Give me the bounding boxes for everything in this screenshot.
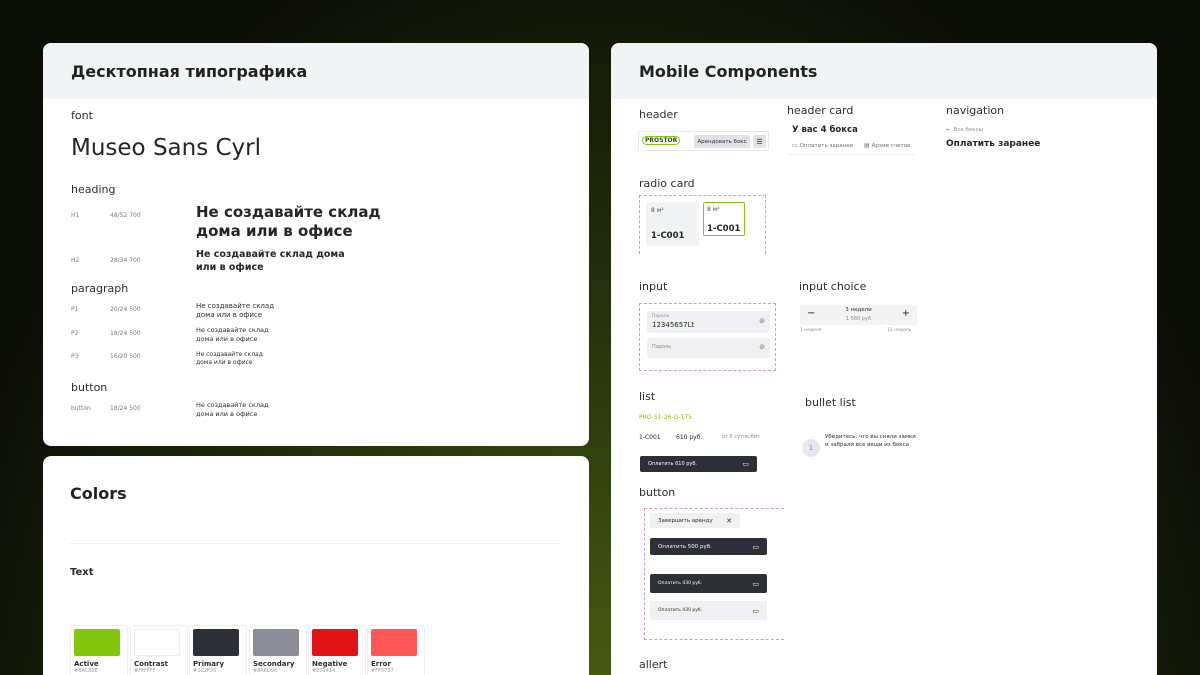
pay-430-button-light[interactable]: Оплатить 430 руб. ▭ <box>650 601 767 620</box>
p2-sample: Не создавайте склад дома или в офисе <box>196 326 269 343</box>
bullet-text: Убедитесь, что вы сняли замки и забрали … <box>825 434 916 448</box>
header-card-label: header card <box>787 104 854 117</box>
swatch-error: Error #FF5757 <box>367 625 425 675</box>
heading-label: heading <box>71 183 116 196</box>
list-code[interactable]: PRO-S1-26-G-175 <box>639 414 692 421</box>
swatch-secondary: Secondary #8A8D96 <box>249 625 307 675</box>
bullet-list-label: bullet list <box>805 396 856 409</box>
p3-sample: Не создавайте склад дома или в офисе <box>196 351 263 366</box>
swatch-primary: Primary #2C2F35 <box>189 625 247 675</box>
swatch-contrast-color <box>134 629 180 656</box>
p3-tag: P3 <box>71 353 79 360</box>
mobile-components-title: Mobile Components <box>611 43 1157 99</box>
week-stepper: − 3 недели 1 560 руб + <box>800 305 917 325</box>
h1-size: 48/52 700 <box>110 212 141 219</box>
pay-in-advance-link[interactable]: ▭ Оплатить заранее <box>792 142 853 149</box>
swatch-primary-color <box>193 629 239 656</box>
header-card: У вас 4 бокса ▭ Оплатить заранее ▤ Архив с… <box>787 122 915 155</box>
back-link[interactable]: ← Все боксы <box>946 127 983 133</box>
swatch-active: Active #8AC80E <box>70 625 128 675</box>
p1-sample: Не создавайте склад дома или в офисе <box>196 302 275 319</box>
p1-size: 20/24 500 <box>110 306 141 313</box>
input-choice-label: input choice <box>799 280 867 293</box>
desktop-typography-card: Десктопная типографика font Museo Sans C… <box>43 43 589 446</box>
stepper-value: 3 недели <box>845 307 872 313</box>
archive-icon: ▤ <box>864 142 870 149</box>
swatch-active-color <box>74 629 120 656</box>
menu-button[interactable]: ☰ <box>753 135 766 148</box>
hamburger-icon: ☰ <box>756 137 763 146</box>
colors-title: Colors <box>70 484 127 503</box>
swatch-negative-color <box>312 629 358 656</box>
card-icon: ▭ <box>792 142 798 149</box>
list-note: от 5 суток/бит <box>722 434 760 440</box>
input-label: input <box>639 280 668 293</box>
p3-size: 16/20 500 <box>110 353 141 360</box>
swatch-negative: Negative #E01414 <box>308 625 366 675</box>
button-label: button <box>71 381 108 394</box>
swatch-secondary-color <box>253 629 299 656</box>
p1-tag: P1 <box>71 306 79 313</box>
desktop-typography-title: Десктопная типографика <box>43 43 589 99</box>
close-icon: ✕ <box>726 516 732 525</box>
card-icon: ▭ <box>752 606 759 615</box>
mobile-header: PROSTOR Арендовать бокс ☰ <box>638 131 769 151</box>
card-icon: ▭ <box>742 460 749 468</box>
swatch-error-color <box>371 629 417 656</box>
stepper-min: 1 неделя <box>800 328 822 333</box>
plus-button[interactable]: + <box>902 308 910 319</box>
list-box: 1-C001 <box>639 434 661 441</box>
radio-card-option[interactable]: 8 м² 1-C001 <box>646 202 699 246</box>
list-price: 610 руб. <box>676 434 703 441</box>
radio-card-label: radio card <box>639 177 695 190</box>
mobile-button-label: button <box>639 486 676 499</box>
font-name: Museo Sans Cyrl <box>71 135 262 161</box>
eye-off-icon[interactable]: ⊘ <box>759 343 765 351</box>
pay-500-button[interactable]: Оплатить 500 руб. ▭ <box>650 538 767 555</box>
navigation-title: Оплатить заранее <box>946 139 1041 149</box>
radio-card-option-selected[interactable]: 8 м² 1-C001 <box>703 202 745 236</box>
font-label: font <box>71 109 93 122</box>
password-field-filled[interactable]: Пароль 12345657Lt ⊘ <box>647 311 770 333</box>
mobile-header-label: header <box>639 108 678 121</box>
end-rent-button[interactable]: Завершить аренду ✕ <box>650 513 740 528</box>
eye-off-icon[interactable]: ⊘ <box>759 317 765 325</box>
h2-size: 28/34 700 <box>110 257 141 264</box>
card-icon: ▭ <box>752 579 759 588</box>
p2-size: 18/24 500 <box>110 330 141 337</box>
btn-size: 18/24 500 <box>110 405 141 412</box>
allert-label: allert <box>639 658 668 671</box>
stepper-price: 1 560 руб <box>845 316 872 322</box>
text-colors-label: Text <box>70 567 94 578</box>
arrow-left-icon: ← <box>946 127 951 133</box>
h1-tag: H1 <box>71 212 80 219</box>
paragraph-label: paragraph <box>71 282 129 295</box>
prostor-logo: PROSTOR <box>642 136 681 145</box>
h2-tag: H2 <box>71 257 80 264</box>
header-card-title: У вас 4 бокса <box>792 125 858 135</box>
p2-tag: P2 <box>71 330 79 337</box>
h1-sample: Не создавайте склад дома или в офисе <box>196 203 381 240</box>
list-label: list <box>639 390 656 403</box>
btn-sample: Не создавайте склад дома или в офисе <box>196 401 269 418</box>
bullet-number: 1 <box>802 439 820 457</box>
stepper-max: 12 недель <box>887 328 912 333</box>
h2-sample: Не создавайте склад дома или в офисе <box>196 249 345 273</box>
navigation-label: navigation <box>946 104 1005 117</box>
swatch-contrast: Contrast #FFFFFF <box>130 625 188 675</box>
password-field-empty[interactable]: Пароль ⊘ <box>647 338 770 358</box>
invoice-archive-link[interactable]: ▤ Архив счетов <box>864 142 910 149</box>
card-icon: ▭ <box>752 542 759 551</box>
rent-box-button[interactable]: Арендовать бокс <box>694 135 750 148</box>
pay-430-button-dark[interactable]: Оплатить 430 руб. ▭ <box>650 574 767 593</box>
btn-tag: button <box>71 405 91 412</box>
list-pay-button[interactable]: Оплатить 610 руб. ▭ <box>640 456 757 472</box>
colors-divider <box>70 543 560 544</box>
